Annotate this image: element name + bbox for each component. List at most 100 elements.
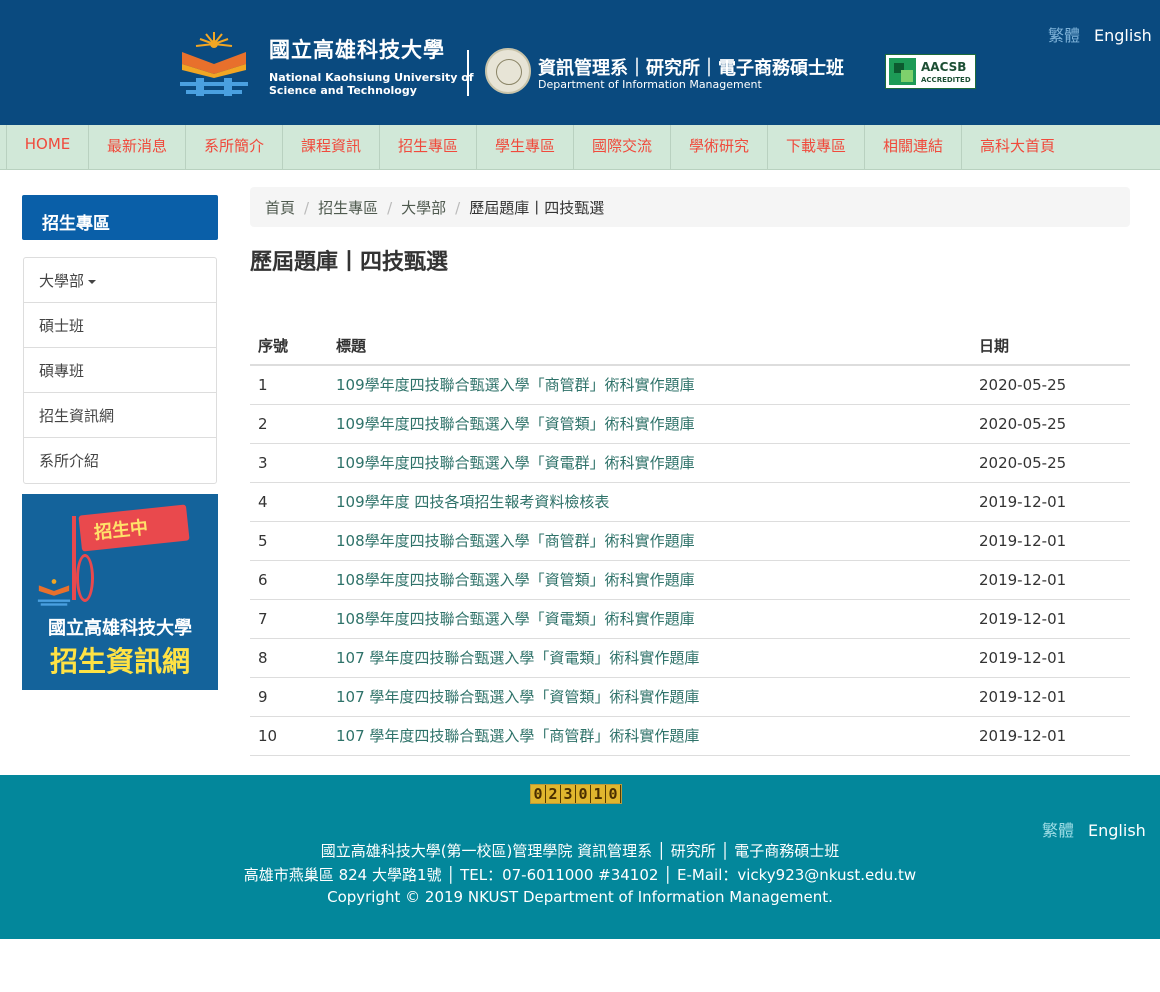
- department-name-en: Department of Information Management: [538, 78, 762, 91]
- table-row: 2 109學年度四技聯合甄選入學「資管類」術科實作題庫 2020-05-25: [250, 404, 1130, 444]
- row-date: 2019-12-01: [971, 482, 1130, 522]
- footer-copyright: Copyright © 2019 NKUST Department of Inf…: [327, 888, 833, 906]
- nav-item-courses[interactable]: 課程資訊: [282, 125, 379, 170]
- ribbon-icon: [76, 554, 94, 602]
- row-title-link[interactable]: 107 學年度四技聯合甄選入學「資電類」術科實作題庫: [336, 649, 699, 667]
- row-no: 4: [250, 482, 328, 522]
- row-title-link[interactable]: 107 學年度四技聯合甄選入學「資管類」術科實作題庫: [336, 688, 699, 706]
- sidebar-item-label: 大學部: [39, 272, 85, 290]
- row-date: 2020-05-25: [971, 443, 1130, 483]
- main-nav: HOME 最新消息 系所簡介 課程資訊 招生專區 學生專區 國際交流 學術研究 …: [0, 125, 1160, 170]
- aacsb-subtitle: ACCREDITED: [921, 76, 971, 84]
- breadcrumb-separator: /: [304, 199, 310, 217]
- nav-item-nkust-home[interactable]: 高科大首頁: [961, 125, 1073, 170]
- nav-item-students[interactable]: 學生專區: [476, 125, 573, 170]
- lang-en-link[interactable]: English: [1094, 26, 1152, 45]
- university-emblem-icon: [37, 579, 71, 606]
- university-name-en: National Kaohsiung University of Science…: [269, 71, 474, 97]
- breadcrumb-home[interactable]: 首頁: [265, 199, 295, 217]
- department-name-zh: 資訊管理系｜研究所｜電子商務碩士班: [538, 58, 844, 79]
- row-no: 2: [250, 404, 328, 444]
- table-row: 3 109學年度四技聯合甄選入學「資電群」術科實作題庫 2020-05-25: [250, 443, 1130, 483]
- row-title-link[interactable]: 107 學年度四技聯合甄選入學「商管群」術科實作題庫: [336, 727, 699, 745]
- nav-item-research[interactable]: 學術研究: [670, 125, 767, 170]
- language-switcher: 繁體 English: [1034, 22, 1152, 46]
- counter-digit: 1: [591, 785, 606, 803]
- nav-item-about[interactable]: 系所簡介: [185, 125, 282, 170]
- nav-item-news[interactable]: 最新消息: [88, 125, 185, 170]
- caret-down-icon: [88, 279, 97, 284]
- nav-item-downloads[interactable]: 下載專區: [767, 125, 864, 170]
- site-footer: 0 2 3 0 1 0 繁體 English 國立高雄科技大學(第一校區)管理學院…: [0, 775, 1160, 939]
- sidebar-item-undergrad[interactable]: 大學部: [24, 258, 216, 303]
- site-logo[interactable]: 國立高雄科技大學 National Kaohsiung University o…: [176, 30, 976, 100]
- flag-pole-icon: [72, 516, 76, 600]
- table-row: 9 107 學年度四技聯合甄選入學「資管類」術科實作題庫 2019-12-01: [250, 677, 1130, 717]
- row-no: 6: [250, 560, 328, 600]
- row-title-link[interactable]: 109學年度 四技各項招生報考資料檢核表: [336, 493, 609, 511]
- banner-subtitle: 招生資訊網: [49, 645, 190, 678]
- nav-item-admissions[interactable]: 招生專區: [379, 125, 476, 170]
- row-no: 9: [250, 677, 328, 717]
- footer-language-switcher: 繁體 English: [1042, 817, 1146, 841]
- page-title: 歷屆題庫丨四技甄選: [250, 250, 449, 275]
- sidebar-item-dept-intro[interactable]: 系所介紹: [24, 438, 216, 483]
- table-row: 8 107 學年度四技聯合甄選入學「資電類」術科實作題庫 2019-12-01: [250, 638, 1130, 678]
- table-row: 1 109學年度四技聯合甄選入學「商管群」術科實作題庫 2020-05-25: [250, 365, 1130, 405]
- column-header-date: 日期: [971, 327, 1130, 366]
- admission-banner[interactable]: 招生中 國立高雄科技大學 招生資訊網: [22, 494, 218, 690]
- row-no: 10: [250, 716, 328, 756]
- aacsb-title: AACSB: [921, 60, 967, 74]
- breadcrumb-undergrad[interactable]: 大學部: [401, 199, 446, 217]
- university-emblem-icon: [180, 32, 248, 96]
- lang-zh-link[interactable]: 繁體: [1048, 26, 1080, 45]
- nav-item-links[interactable]: 相關連結: [864, 125, 961, 170]
- exam-bank-table: 序號 標題 日期 1 109學年度四技聯合甄選入學「商管群」術科實作題庫 2020-…: [250, 327, 1130, 756]
- table-row: 5 108學年度四技聯合甄選入學「商管群」術科實作題庫 2019-12-01: [250, 521, 1130, 561]
- row-date: 2020-05-25: [971, 404, 1130, 444]
- row-title-link[interactable]: 109學年度四技聯合甄選入學「資管類」術科實作題庫: [336, 415, 695, 433]
- sidebar-item-admission-info[interactable]: 招生資訊網: [24, 393, 216, 438]
- row-date: 2019-12-01: [971, 599, 1130, 639]
- footer-dept-line: 國立高雄科技大學(第一校區)管理學院 資訊管理系 │ 研究所 │ 電子商務碩士班: [320, 842, 840, 860]
- row-title-link[interactable]: 109學年度四技聯合甄選入學「資電群」術科實作題庫: [336, 454, 695, 472]
- counter-digit: 0: [576, 785, 591, 803]
- row-date: 2020-05-25: [971, 365, 1130, 405]
- row-title-link[interactable]: 108學年度四技聯合甄選入學「資管類」術科實作題庫: [336, 571, 695, 589]
- table-header-row: 序號 標題 日期: [250, 327, 1130, 366]
- footer-contact-line: 高雄市燕巢區 824 大學路1號 │ TEL：07-6011000 #34102…: [243, 866, 917, 884]
- breadcrumb-separator: /: [455, 199, 461, 217]
- table-row: 7 108學年度四技聯合甄選入學「資電類」術科實作題庫 2019-12-01: [250, 599, 1130, 639]
- footer-lang-zh-link[interactable]: 繁體: [1042, 821, 1074, 840]
- column-header-title: 標題: [328, 327, 971, 366]
- nav-item-home[interactable]: HOME: [6, 125, 88, 170]
- sidebar-item-masters[interactable]: 碩士班: [24, 303, 216, 348]
- breadcrumb-admissions[interactable]: 招生專區: [318, 199, 378, 217]
- column-header-no: 序號: [250, 327, 328, 366]
- table-row: 10 107 學年度四技聯合甄選入學「商管群」術科實作題庫 2019-12-01: [250, 716, 1130, 756]
- nav-item-international[interactable]: 國際交流: [573, 125, 670, 170]
- footer-lang-en-link[interactable]: English: [1088, 821, 1146, 840]
- row-date: 2019-12-01: [971, 521, 1130, 561]
- university-name-en-line2: Science and Technology: [269, 84, 417, 97]
- site-header: 國立高雄科技大學 National Kaohsiung University o…: [0, 0, 1160, 125]
- counter-digit: 0: [606, 785, 621, 803]
- sidebar-item-emba[interactable]: 碩專班: [24, 348, 216, 393]
- university-name-zh: 國立高雄科技大學: [269, 38, 445, 62]
- row-title-link[interactable]: 108學年度四技聯合甄選入學「商管群」術科實作題庫: [336, 532, 695, 550]
- row-no: 8: [250, 638, 328, 678]
- logo-divider: [467, 50, 469, 96]
- banner-title: 國立高雄科技大學: [48, 618, 192, 639]
- row-title-link[interactable]: 109學年度四技聯合甄選入學「商管群」術科實作題庫: [336, 376, 695, 394]
- department-seal-icon: [485, 48, 531, 94]
- row-date: 2019-12-01: [971, 560, 1130, 600]
- row-date: 2019-12-01: [971, 638, 1130, 678]
- breadcrumb-separator: /: [387, 199, 393, 217]
- sidebar-menu: 大學部 碩士班 碩專班 招生資訊網 系所介紹: [23, 257, 217, 484]
- row-date: 2019-12-01: [971, 716, 1130, 756]
- row-no: 1: [250, 365, 328, 405]
- row-title-link[interactable]: 108學年度四技聯合甄選入學「資電類」術科實作題庫: [336, 610, 695, 628]
- breadcrumb-current: 歷屆題庫丨四技甄選: [469, 199, 605, 217]
- sidebar-heading: 招生專區: [22, 195, 218, 240]
- row-no: 3: [250, 443, 328, 483]
